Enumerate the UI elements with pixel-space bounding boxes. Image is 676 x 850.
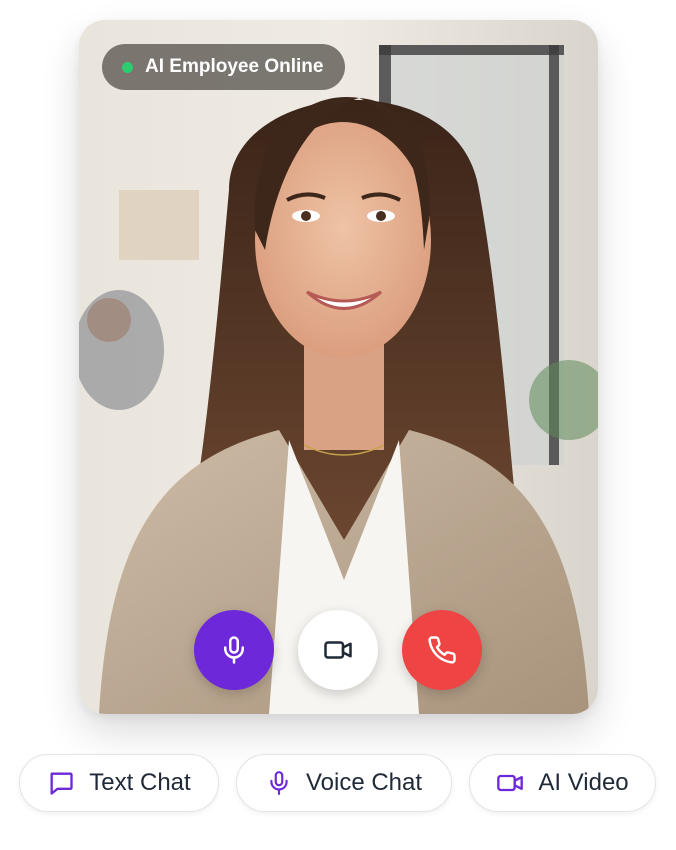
online-indicator-dot — [122, 61, 133, 73]
end-call-button[interactable] — [402, 610, 482, 690]
video-camera-icon — [324, 641, 352, 659]
text-chat-label: Text Chat — [89, 769, 191, 796]
ai-video-label: AI Video — [538, 769, 629, 796]
call-controls — [194, 610, 482, 690]
chat-bubble-icon — [47, 769, 75, 797]
mic-icon — [224, 636, 244, 664]
microphone-button[interactable] — [194, 610, 274, 690]
phone-icon — [428, 636, 456, 664]
chat-mode-selector: Text Chat Voice Chat AI Video — [19, 754, 656, 812]
voice-chat-button[interactable]: Voice Chat — [236, 754, 452, 812]
status-badge: AI Employee Online — [102, 44, 346, 90]
mic-icon — [266, 770, 292, 796]
video-call-card: AI Employee Online — [79, 20, 598, 714]
status-label: AI Employee Online — [145, 56, 324, 77]
text-chat-button[interactable]: Text Chat — [19, 754, 219, 812]
ai-video-button[interactable]: AI Video — [469, 754, 656, 812]
video-camera-icon — [496, 769, 524, 797]
voice-chat-label: Voice Chat — [305, 769, 423, 796]
camera-button[interactable] — [298, 610, 378, 690]
